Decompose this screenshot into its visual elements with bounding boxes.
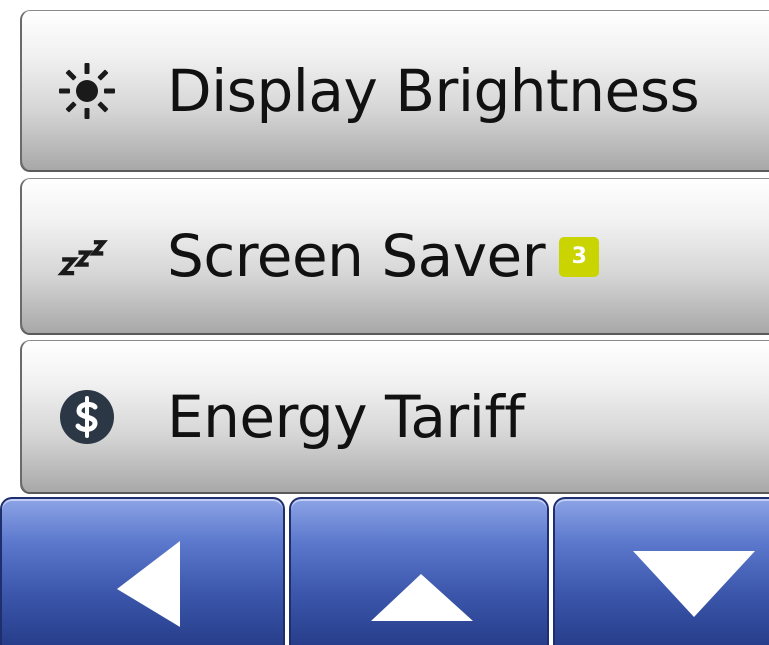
menu-item-label: Display Brightness <box>167 56 700 125</box>
menu-item-display-brightness[interactable]: Display Brightness <box>20 10 769 170</box>
arrow-up-icon <box>371 574 473 621</box>
sun-brightness-icon <box>57 61 117 121</box>
arrow-down-icon <box>633 551 755 617</box>
dollar-coin-icon <box>57 387 117 447</box>
menu-item-energy-tariff[interactable]: Energy Tariff <box>20 340 769 492</box>
arrow-left-icon <box>117 541 180 627</box>
notification-badge: 3 <box>559 236 600 277</box>
menu-item-screen-saver[interactable]: Screen Saver 3 <box>20 178 769 333</box>
menu-item-label: Screen Saver 3 <box>167 222 600 290</box>
back-button[interactable] <box>0 497 285 645</box>
zzz-sleep-icon <box>57 226 117 286</box>
menu-item-label: Energy Tariff <box>167 382 525 451</box>
settings-screen: Display Brightness Screen Saver 3 Energy… <box>0 0 769 645</box>
scroll-up-button[interactable] <box>289 497 549 645</box>
navigation-bar <box>0 497 769 645</box>
scroll-down-button[interactable] <box>553 497 769 645</box>
menu-item-label-text: Screen Saver <box>167 222 546 290</box>
